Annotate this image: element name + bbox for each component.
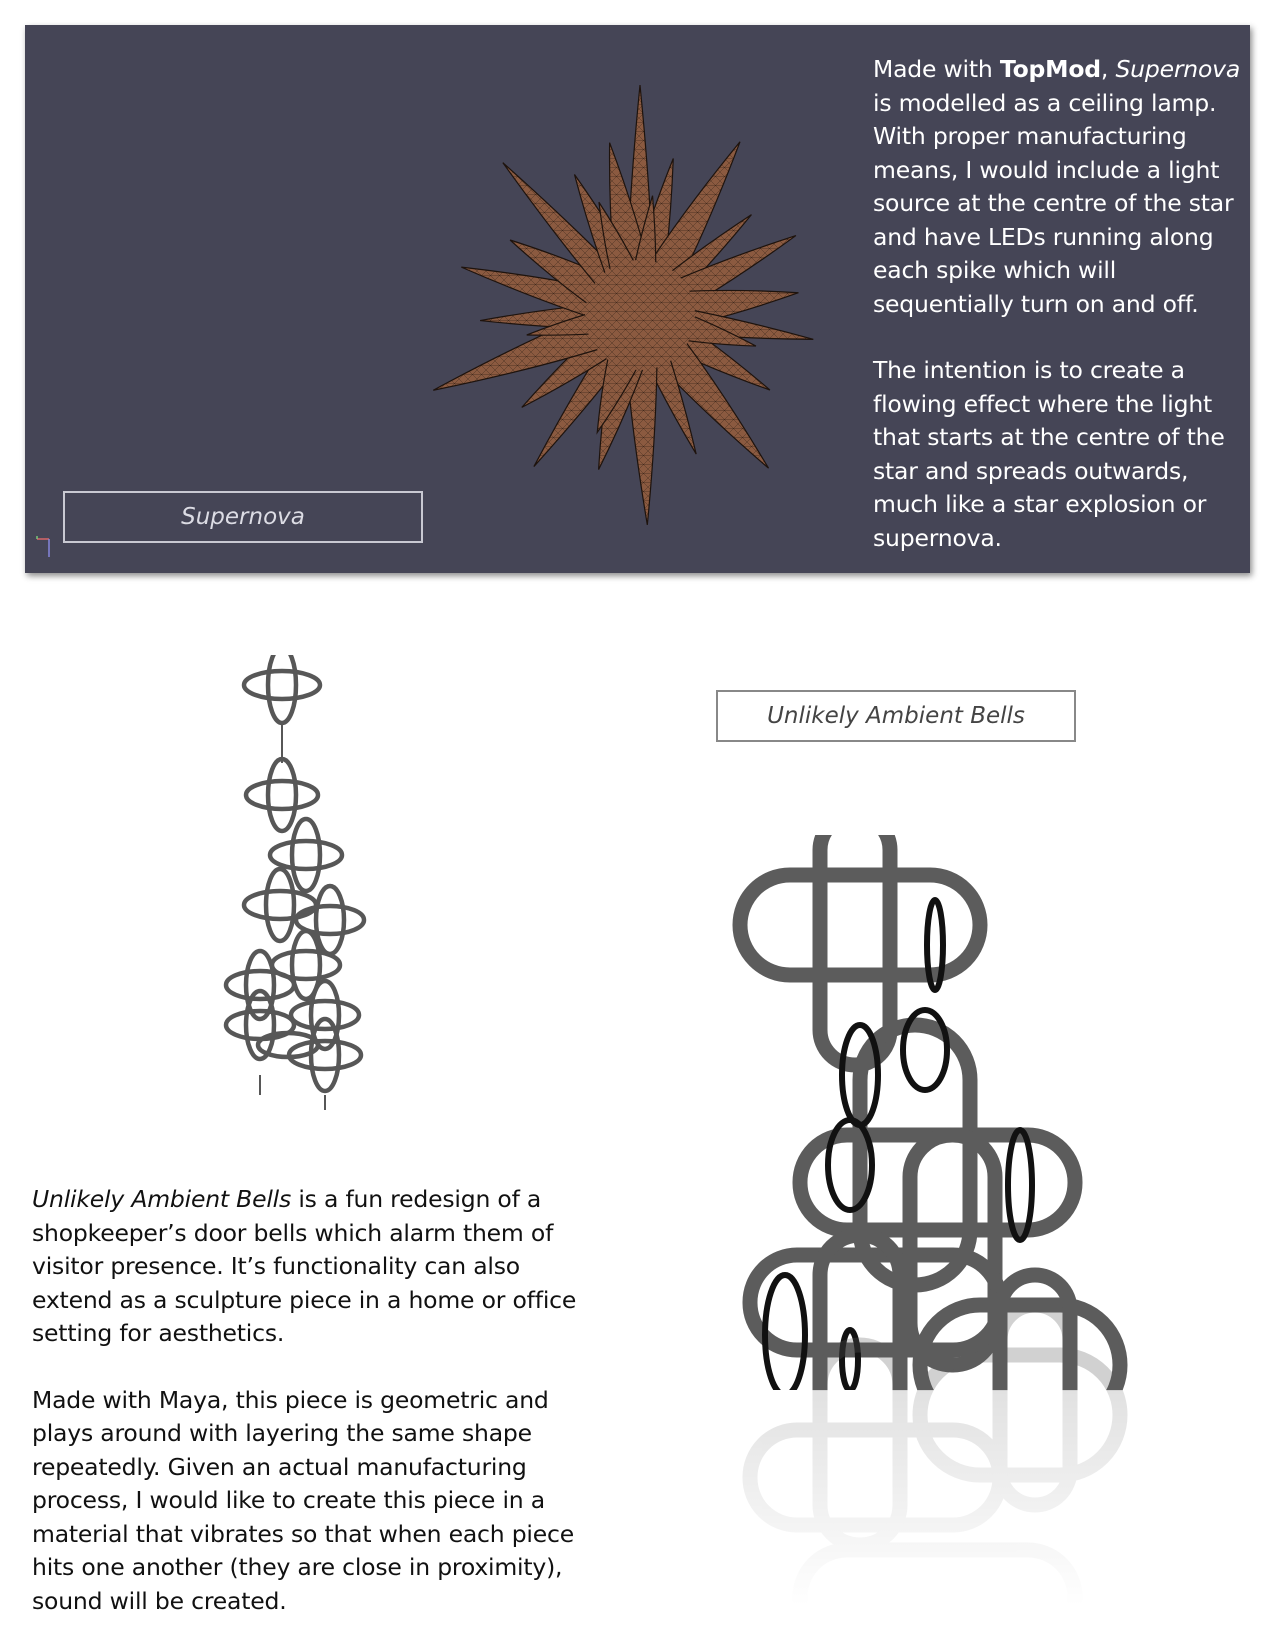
supernova-label: Supernova [181, 504, 305, 530]
bells-closeup-render [730, 835, 1170, 1605]
topmod-name: TopMod [999, 55, 1101, 83]
star-spikes [432, 84, 814, 525]
bells-label: Unlikely Ambient Bells [767, 703, 1025, 729]
supernova-panel: Supernova Made with TopMod, Supernova is… [25, 25, 1250, 573]
bells-para-1: Unlikely Ambient Bells is a fun redesign… [32, 1185, 577, 1347]
supernova-star-render [432, 84, 814, 525]
axis-gizmo-icon [36, 536, 50, 557]
star-core [585, 260, 695, 370]
supernova-name: Supernova [1115, 55, 1241, 83]
bells-label-box: Unlikely Ambient Bells [716, 690, 1076, 742]
supernova-label-box: Supernova [63, 491, 423, 543]
bells-wireframe-render [223, 655, 367, 1110]
bells-name: Unlikely Ambient Bells [32, 1185, 292, 1213]
bells-para-2: Made with Maya, this piece is geometric … [32, 1385, 574, 1615]
supernova-description: Made with TopMod, Supernova is modelled … [873, 53, 1243, 573]
supernova-para-2: The intention is to create a flowing eff… [873, 356, 1225, 552]
bells-description: Unlikely Ambient Bells is a fun redesign… [32, 1183, 592, 1651]
supernova-para-1: Made with TopMod, Supernova is modelled … [873, 55, 1241, 318]
